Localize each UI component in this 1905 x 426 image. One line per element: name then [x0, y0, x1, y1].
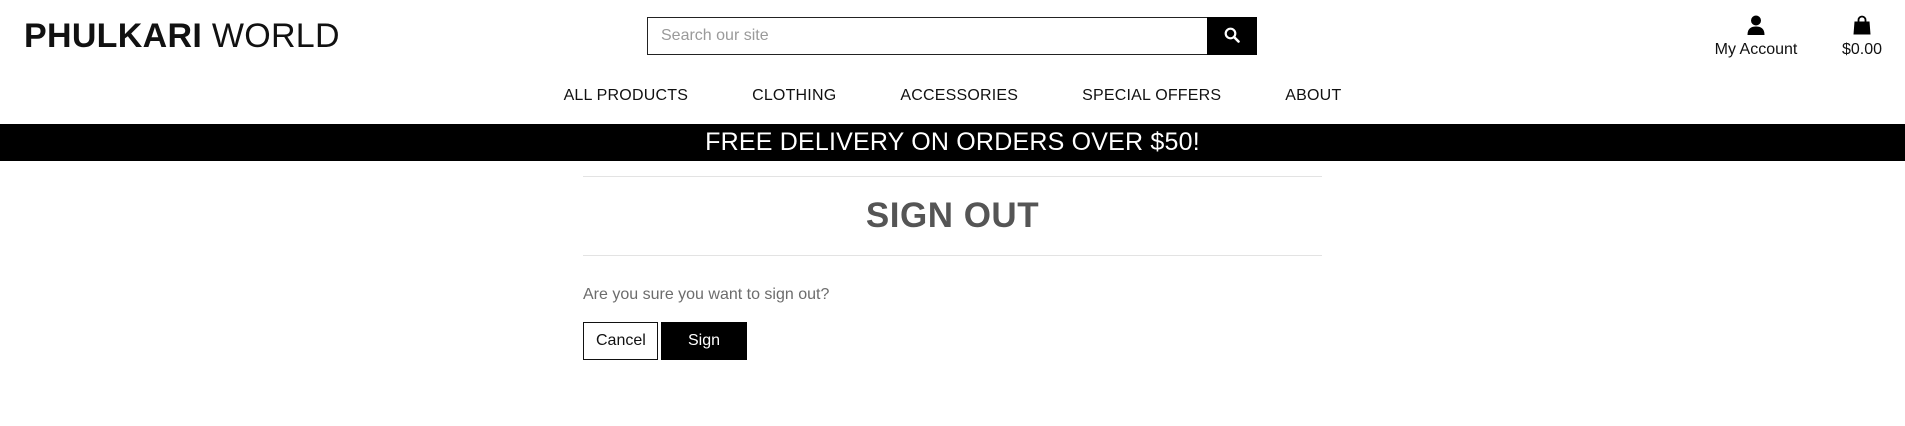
my-account-link[interactable]: My Account: [1706, 13, 1806, 60]
nav-special-offers[interactable]: SPECIAL OFFERS: [1050, 83, 1253, 109]
nav-all-products[interactable]: ALL PRODUCTS: [532, 83, 721, 109]
logo-bold-text: PHULKARI: [24, 17, 203, 55]
search-form: [647, 17, 1257, 55]
shopping-bag-icon: [1853, 13, 1871, 37]
nav-clothing[interactable]: CLOTHING: [720, 83, 868, 109]
signout-question: Are you sure you want to sign out?: [583, 286, 830, 303]
my-account-label: My Account: [1714, 41, 1798, 58]
divider-bottom: [583, 255, 1322, 256]
delivery-banner: FREE DELIVERY ON ORDERS OVER $50!: [0, 124, 1905, 161]
shopping-bag-link[interactable]: $0.00: [1832, 13, 1892, 60]
user-icon: [1747, 13, 1765, 37]
search-icon: [1224, 27, 1240, 46]
signout-panel: SIGN OUT Are you sure you want to sign o…: [583, 176, 1322, 385]
search-button[interactable]: [1207, 17, 1257, 55]
search-input[interactable]: [647, 17, 1207, 55]
sign-out-button[interactable]: Sign Out: [661, 322, 747, 385]
site-logo[interactable]: PHULKARI WORLD: [24, 14, 340, 58]
bag-total: $0.00: [1841, 41, 1883, 58]
page-title: SIGN OUT: [865, 196, 1040, 235]
main-nav: ALL PRODUCTS CLOTHING ACCESSORIES SPECIA…: [0, 83, 1905, 109]
cancel-button[interactable]: Cancel: [583, 322, 658, 360]
nav-about[interactable]: ABOUT: [1253, 83, 1373, 109]
signout-actions: Cancel Sign Out: [583, 322, 1322, 385]
nav-accessories[interactable]: ACCESSORIES: [868, 83, 1050, 109]
logo-light-text: WORLD: [211, 17, 340, 55]
page: PHULKARI WORLD My Account: [0, 0, 1905, 426]
